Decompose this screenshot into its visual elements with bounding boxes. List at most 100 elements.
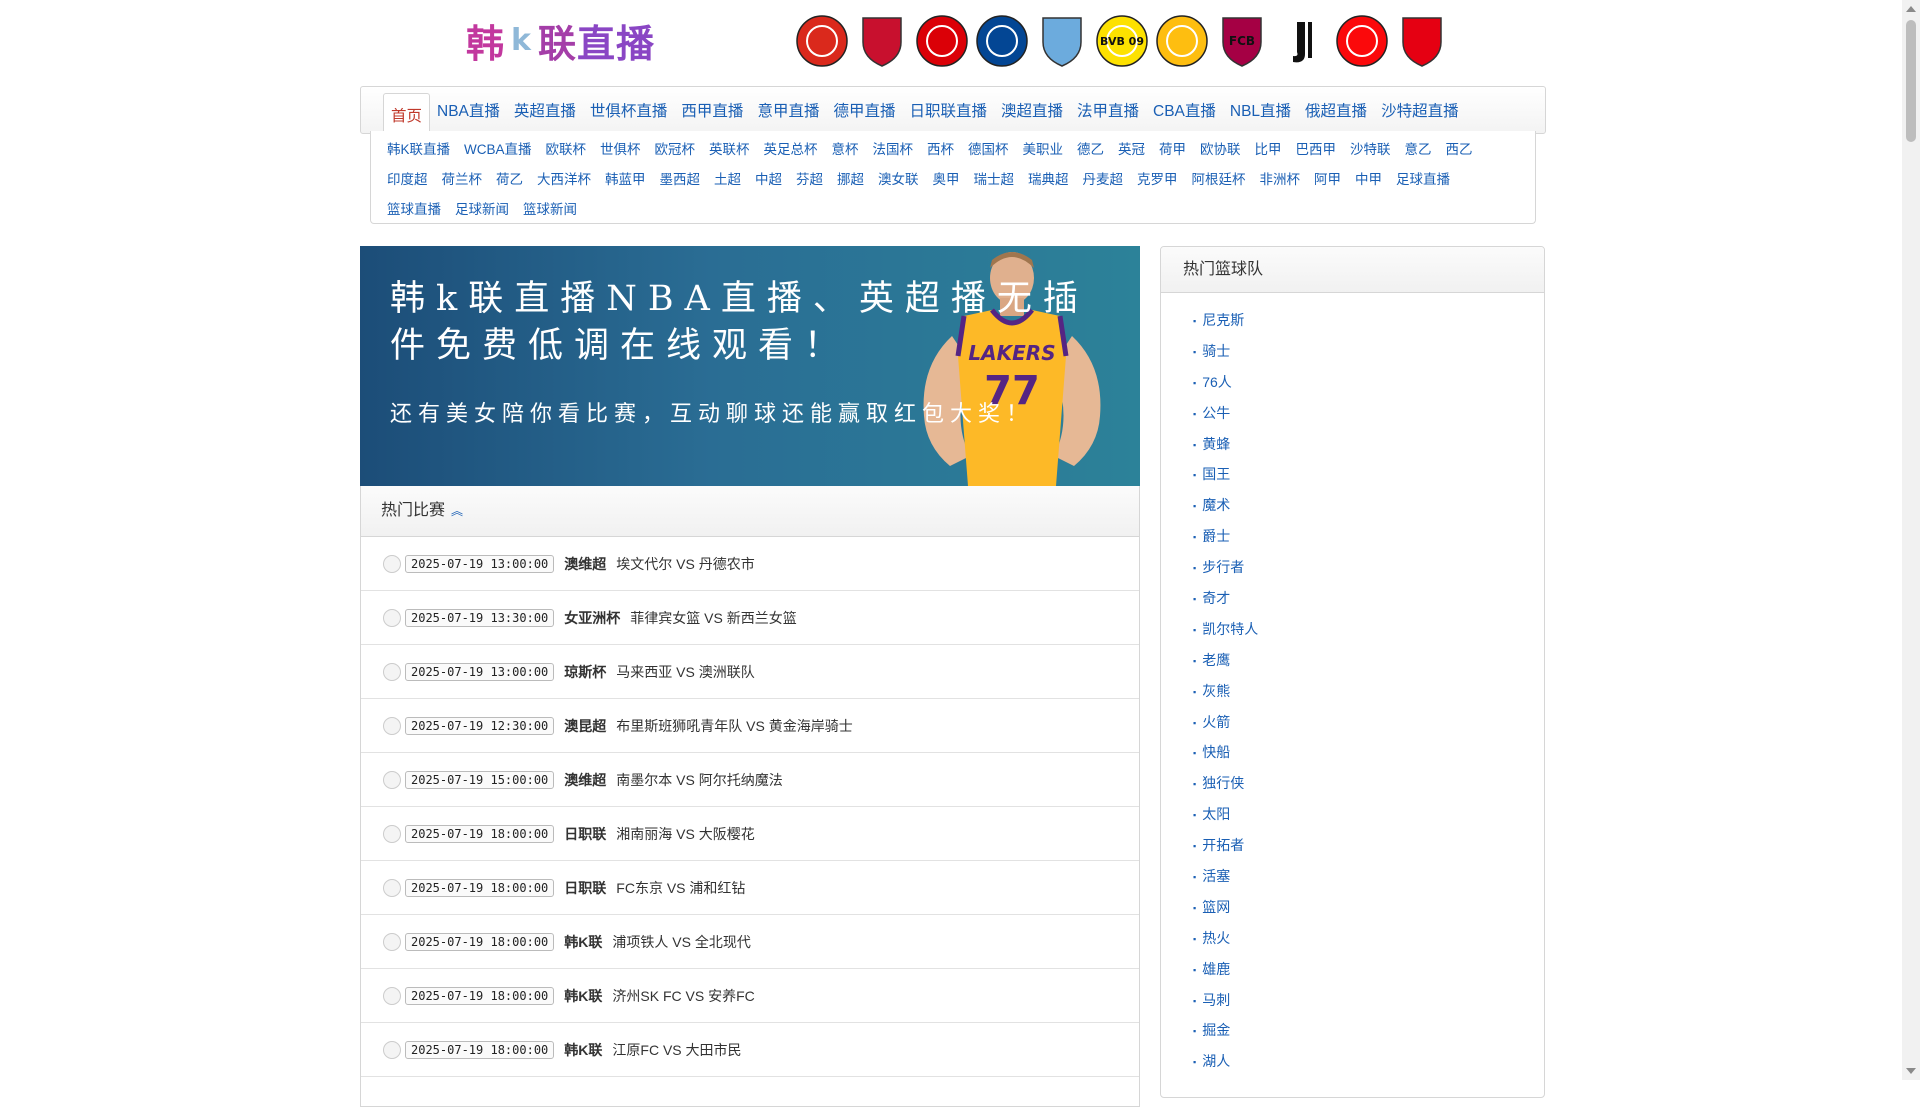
nav-sub-item[interactable]: 中甲 (1355, 165, 1382, 195)
nav-sub-item[interactable]: 比甲 (1255, 135, 1282, 165)
hot-team-link[interactable]: 凯尔特人 (1202, 621, 1258, 637)
nav-sub-item[interactable]: 德乙 (1077, 135, 1104, 165)
page-scrollbar[interactable] (1902, 0, 1920, 1080)
match-row[interactable]: 2025-07-19 12:30:00 澳昆超 布里斯班狮吼青年队 VS 黄金海岸骑… (361, 699, 1139, 753)
nav-sub-item[interactable]: 大西洋杯 (537, 165, 591, 195)
hot-team-link[interactable]: 黄蜂 (1202, 436, 1230, 452)
nav-sub-item[interactable]: 瑞典超 (1028, 165, 1069, 195)
nav-sub-item[interactable]: 欧冠杯 (655, 135, 696, 165)
nav-sub-item[interactable]: 奥甲 (933, 165, 960, 195)
scroll-down-arrow-icon[interactable] (1906, 1068, 1916, 1074)
nav-sub-item[interactable]: 非洲杯 (1260, 165, 1301, 195)
nav-main-item[interactable]: 英超直播 (507, 93, 583, 133)
nav-sub-item[interactable]: 中超 (755, 165, 782, 195)
manchester-united-icon[interactable] (792, 12, 852, 70)
nav-sub-item[interactable]: 欧联杯 (546, 135, 587, 165)
nav-sub-item[interactable]: 阿根廷杯 (1192, 165, 1246, 195)
nav-sub-item[interactable]: 意乙 (1405, 135, 1432, 165)
nav-sub-item[interactable]: 阿甲 (1314, 165, 1341, 195)
hot-team-link[interactable]: 灰熊 (1202, 683, 1230, 699)
nav-sub-item[interactable]: 德国杯 (968, 135, 1009, 165)
hot-team-link[interactable]: 步行者 (1202, 559, 1244, 575)
match-teams-link[interactable]: 济州SK FC VS 安养FC (612, 986, 754, 1006)
match-row[interactable]: 2025-07-19 18:00:00 韩K联 江原FC VS 大田市民 (361, 1023, 1139, 1077)
nav-sub-item[interactable]: 法国杯 (873, 135, 914, 165)
hot-team-link[interactable]: 魔术 (1202, 497, 1230, 513)
nav-sub-item[interactable]: 荷甲 (1159, 135, 1186, 165)
nav-sub-item[interactable]: 挪超 (837, 165, 864, 195)
match-teams-link[interactable]: 湘南丽海 VS 大阪樱花 (616, 824, 754, 844)
nav-main-item[interactable]: NBL直播 (1223, 93, 1298, 133)
hot-team-link[interactable]: 公牛 (1202, 405, 1230, 421)
arsenal-icon[interactable] (912, 12, 972, 70)
dortmund-icon[interactable]: BVB 09 (1092, 12, 1152, 70)
hot-team-link[interactable]: 活塞 (1202, 868, 1230, 884)
nav-sub-item[interactable]: 克罗甲 (1137, 165, 1178, 195)
nav-sub-item[interactable]: 美职业 (1023, 135, 1064, 165)
juventus-icon[interactable] (1272, 12, 1332, 70)
hot-team-link[interactable]: 老鹰 (1202, 652, 1230, 668)
nav-sub-item[interactable]: 意杯 (832, 135, 859, 165)
hot-team-link[interactable]: 快船 (1202, 744, 1230, 760)
hot-team-link[interactable]: 国王 (1202, 466, 1230, 482)
ac-milan-icon[interactable] (1332, 12, 1392, 70)
nav-sub-item[interactable]: 篮球直播 (387, 195, 441, 225)
nav-sub-item[interactable]: 韩K联直播 (387, 135, 450, 165)
nav-sub-item[interactable]: 印度超 (387, 165, 428, 195)
nav-main-item[interactable]: 沙特超直播 (1374, 93, 1466, 133)
hot-team-link[interactable]: 爵士 (1202, 528, 1230, 544)
match-row[interactable]: 2025-07-19 18:00:00 日职联 FC东京 VS 浦和红钻 (361, 861, 1139, 915)
nav-sub-item[interactable]: 英联杯 (709, 135, 750, 165)
scroll-up-arrow-icon[interactable] (1906, 6, 1916, 12)
nav-sub-item[interactable]: 世俱杯 (600, 135, 641, 165)
nav-sub-item[interactable]: 西乙 (1446, 135, 1473, 165)
double-chevron-up-icon[interactable]: ︽ (451, 504, 463, 518)
liverpool-icon[interactable] (852, 12, 912, 70)
match-row[interactable]: 2025-07-19 18:00:00 日职联 湘南丽海 VS 大阪樱花 (361, 807, 1139, 861)
nav-main-item[interactable]: NBA直播 (430, 93, 507, 133)
match-teams-link[interactable]: 埃文代尔 VS 丹德农市 (616, 554, 754, 574)
nav-sub-item[interactable]: 西杯 (927, 135, 954, 165)
match-row[interactable]: 2025-07-19 13:00:00 澳维超 埃文代尔 VS 丹德农市 (361, 537, 1139, 591)
nav-sub-item[interactable]: 足球新闻 (455, 195, 509, 225)
nav-main-item[interactable]: 德甲直播 (826, 93, 902, 133)
nav-main-item[interactable]: 俄超直播 (1298, 93, 1374, 133)
match-row[interactable]: 2025-07-19 18:00:00 韩K联 济州SK FC VS 安养FC (361, 969, 1139, 1023)
nav-sub-item[interactable]: 沙特联 (1350, 135, 1391, 165)
match-teams-link[interactable]: 菲律宾女篮 VS 新西兰女篮 (630, 608, 796, 628)
nav-main-item[interactable]: CBA直播 (1146, 93, 1223, 133)
scrollbar-thumb[interactable] (1906, 20, 1916, 142)
nav-sub-item[interactable]: 荷乙 (496, 165, 523, 195)
hot-team-link[interactable]: 马刺 (1202, 992, 1230, 1008)
guangzhou-icon[interactable] (1392, 12, 1452, 70)
manchester-city-icon[interactable] (1032, 12, 1092, 70)
real-madrid-icon[interactable] (1152, 12, 1212, 70)
hot-team-link[interactable]: 独行侠 (1202, 775, 1244, 791)
nav-sub-item[interactable]: 丹麦超 (1083, 165, 1124, 195)
match-teams-link[interactable]: 浦项铁人 VS 全北现代 (612, 932, 750, 952)
nav-sub-item[interactable]: 韩蓝甲 (605, 165, 646, 195)
hot-team-link[interactable]: 太阳 (1202, 806, 1230, 822)
nav-sub-item[interactable]: 荷兰杯 (442, 165, 483, 195)
nav-sub-item[interactable]: 英冠 (1118, 135, 1145, 165)
hot-team-link[interactable]: 骑士 (1202, 343, 1230, 359)
nav-sub-item[interactable]: 足球直播 (1396, 165, 1450, 195)
nav-main-item[interactable]: 意甲直播 (750, 93, 826, 133)
hot-team-link[interactable]: 湖人 (1202, 1053, 1230, 1069)
hot-team-link[interactable]: 奇才 (1202, 590, 1230, 606)
nav-main-item[interactable]: 西甲直播 (674, 93, 750, 133)
hot-team-link[interactable]: 雄鹿 (1202, 961, 1230, 977)
match-row[interactable]: 2025-07-19 13:00:00 琼斯杯 马来西亚 VS 澳洲联队 (361, 645, 1139, 699)
hot-team-link[interactable]: 掘金 (1202, 1022, 1230, 1038)
hot-team-link[interactable]: 篮网 (1202, 899, 1230, 915)
nav-main-item[interactable]: 法甲直播 (1070, 93, 1146, 133)
hot-team-link[interactable]: 76人 (1202, 374, 1232, 390)
match-row[interactable]: 2025-07-19 18:00:00 韩K联 浦项铁人 VS 全北现代 (361, 915, 1139, 969)
chelsea-icon[interactable] (972, 12, 1032, 70)
hot-team-link[interactable]: 火箭 (1202, 714, 1230, 730)
match-teams-link[interactable]: 南墨尔本 VS 阿尔托纳魔法 (616, 770, 782, 790)
nav-sub-item[interactable]: 欧协联 (1200, 135, 1241, 165)
hero-banner[interactable]: 韩k联直播NBA直播、英超播无插件免费低调在线观看！ 还有美女陪你看比赛，互动聊… (360, 246, 1140, 486)
match-row[interactable]: 2025-07-19 15:00:00 澳维超 南墨尔本 VS 阿尔托纳魔法 (361, 753, 1139, 807)
barcelona-icon[interactable]: FCB (1212, 12, 1272, 70)
